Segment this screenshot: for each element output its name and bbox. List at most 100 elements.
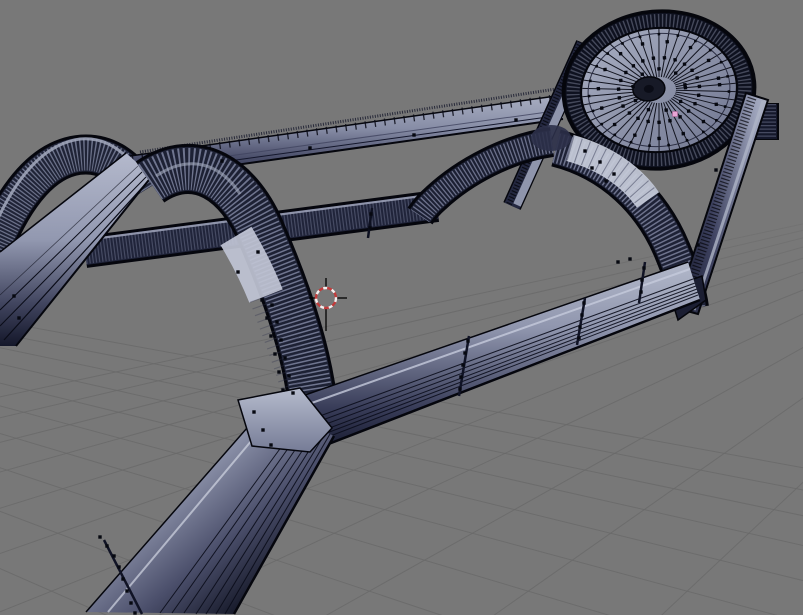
vertex-dot[interactable]: [98, 535, 102, 539]
vertex-dot[interactable]: [270, 303, 274, 307]
vertex-dot[interactable]: [726, 74, 730, 78]
vertex-dot[interactable]: [588, 79, 592, 83]
vertex-dot[interactable]: [693, 101, 697, 106]
viewport-canvas[interactable]: [0, 0, 803, 615]
vertex-dot[interactable]: [708, 48, 712, 52]
vertex-dot[interactable]: [603, 67, 607, 72]
vertex-dot[interactable]: [252, 410, 256, 414]
vertex-dot[interactable]: [583, 149, 587, 153]
vertex-dot[interactable]: [648, 144, 651, 148]
vertex-dot[interactable]: [261, 428, 265, 432]
vertex-dot[interactable]: [664, 108, 669, 112]
vertex-dot[interactable]: [577, 336, 581, 340]
selected-vertex[interactable]: [672, 111, 678, 117]
vertex-dot[interactable]: [613, 133, 617, 137]
vertex-dot[interactable]: [690, 68, 694, 73]
vertex-dot[interactable]: [629, 140, 633, 144]
vertex-dot[interactable]: [678, 99, 683, 104]
vertex-dot[interactable]: [369, 212, 373, 216]
vertex-dot[interactable]: [220, 159, 224, 163]
vertex-dot[interactable]: [133, 611, 137, 615]
vertex-dot[interactable]: [657, 67, 661, 71]
vertex-dot[interactable]: [273, 352, 277, 356]
vertex-dot[interactable]: [606, 52, 610, 55]
vertex-dot[interactable]: [651, 56, 656, 61]
vertex-dot[interactable]: [717, 82, 722, 87]
vertex-dot[interactable]: [628, 257, 632, 261]
vertex-dot[interactable]: [631, 63, 636, 68]
vertex-dot[interactable]: [673, 71, 678, 75]
vertex-dot[interactable]: [125, 589, 129, 593]
vertex-dot[interactable]: [275, 320, 279, 324]
vertex-dot[interactable]: [631, 84, 635, 89]
vertex-dot[interactable]: [580, 313, 584, 317]
vertex-dot[interactable]: [657, 32, 661, 36]
vertex-dot[interactable]: [599, 106, 604, 110]
vertex-dot[interactable]: [640, 278, 644, 282]
vertex-dot[interactable]: [604, 179, 608, 183]
vertex-dot[interactable]: [624, 70, 628, 75]
vertex-dot[interactable]: [578, 325, 582, 329]
vertex-dot[interactable]: [697, 84, 702, 89]
vertex-dot[interactable]: [112, 554, 116, 558]
vertex-dot[interactable]: [616, 260, 620, 264]
vertex-dot[interactable]: [412, 133, 416, 137]
vertex-dot[interactable]: [618, 78, 623, 83]
vertex-dot[interactable]: [17, 316, 21, 320]
vertex-dot[interactable]: [633, 133, 637, 138]
vertex-dot[interactable]: [598, 160, 602, 164]
vertex-dot[interactable]: [727, 90, 731, 93]
vertex-dot[interactable]: [105, 544, 109, 548]
vertex-dot[interactable]: [646, 107, 651, 112]
vertex-dot[interactable]: [686, 109, 691, 113]
vertex-dot[interactable]: [591, 109, 595, 113]
vertex-dot[interactable]: [640, 42, 645, 46]
vertex-dot[interactable]: [701, 130, 705, 134]
vertex-dot[interactable]: [236, 270, 240, 274]
vertex-dot[interactable]: [121, 577, 125, 581]
vertex-dot[interactable]: [617, 96, 622, 100]
vertex-dot[interactable]: [695, 76, 699, 80]
vertex-dot[interactable]: [368, 226, 372, 230]
vertex-dot[interactable]: [693, 39, 697, 43]
vertex-dot[interactable]: [639, 290, 643, 294]
vertex-dot[interactable]: [668, 118, 672, 123]
vertex-dot[interactable]: [640, 59, 645, 63]
vertex-dot[interactable]: [633, 98, 638, 103]
vertex-dot[interactable]: [12, 294, 16, 298]
vertex-dot[interactable]: [683, 83, 687, 87]
vertex-dot[interactable]: [596, 86, 601, 91]
blender-3d-viewport[interactable]: [0, 0, 803, 615]
vertex-dot[interactable]: [256, 250, 260, 254]
vertex-dot[interactable]: [685, 138, 689, 142]
vertex-dot[interactable]: [595, 64, 599, 68]
vertex-dot[interactable]: [716, 76, 721, 81]
vertex-dot[interactable]: [612, 122, 617, 127]
vertex-dot[interactable]: [616, 87, 621, 91]
vertex-dot[interactable]: [260, 298, 264, 302]
vertex-dot[interactable]: [714, 168, 718, 172]
vertex-dot[interactable]: [283, 356, 287, 360]
vertex-dot[interactable]: [587, 94, 591, 98]
vertex-dot[interactable]: [696, 243, 700, 247]
vertex-dot[interactable]: [612, 172, 616, 176]
vertex-dot[interactable]: [621, 104, 625, 108]
vertex-dot[interactable]: [600, 122, 604, 126]
vertex-dot[interactable]: [514, 118, 518, 122]
vertex-dot[interactable]: [117, 565, 121, 569]
vertex-dot[interactable]: [657, 136, 661, 141]
vertex-dot[interactable]: [662, 55, 667, 60]
vertex-dot[interactable]: [719, 60, 723, 64]
vertex-dot[interactable]: [665, 39, 670, 44]
vertex-dot[interactable]: [638, 35, 642, 39]
vertex-dot[interactable]: [667, 143, 671, 147]
vertex-dot[interactable]: [269, 334, 273, 338]
vertex-dot[interactable]: [621, 42, 624, 45]
vertex-dot[interactable]: [590, 166, 594, 170]
vertex-dot[interactable]: [678, 115, 682, 119]
vertex-dot[interactable]: [287, 374, 291, 378]
vertex-dot[interactable]: [308, 146, 312, 150]
vertex-dot[interactable]: [281, 388, 285, 392]
vertex-dot[interactable]: [636, 116, 640, 121]
vertex-dot[interactable]: [696, 93, 701, 98]
